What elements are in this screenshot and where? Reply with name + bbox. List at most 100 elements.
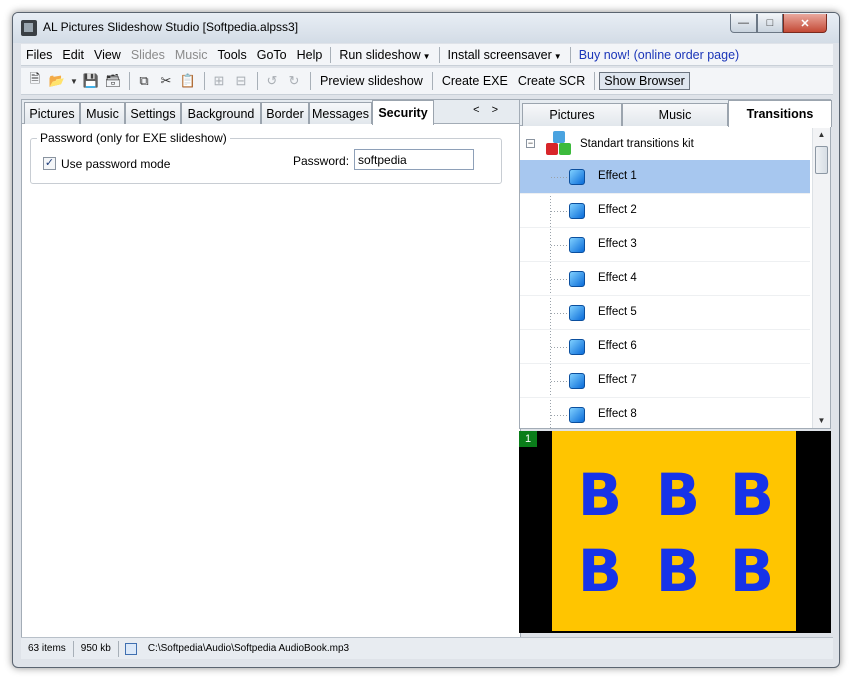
effect-item[interactable]: Effect 6 — [520, 330, 810, 364]
toolbar-separator — [204, 72, 205, 90]
rotate-right-icon[interactable]: ↻ — [284, 71, 304, 91]
effect-item[interactable]: Effect 8 — [520, 398, 810, 428]
tree-connector — [551, 381, 567, 382]
effect-label: Effect 7 — [598, 374, 637, 386]
scroll-down-icon[interactable]: ▼ — [813, 414, 830, 428]
tree-connector — [551, 313, 567, 314]
menu-view[interactable]: View — [89, 48, 126, 62]
cubes-icon — [544, 131, 574, 157]
audio-file-icon — [124, 642, 137, 655]
cube-blue — [553, 131, 565, 143]
password-field[interactable] — [354, 149, 474, 170]
tab-pictures[interactable]: Pictures — [24, 102, 80, 124]
tab-scroll-arrows[interactable]: <> — [473, 104, 510, 116]
menu-music[interactable]: Music — [170, 48, 213, 62]
copy-icon[interactable]: ⧉ — [134, 71, 154, 91]
paste-icon[interactable]: 📋 — [178, 71, 198, 91]
save-all-icon[interactable]: 🗃 — [103, 71, 123, 91]
tab-security[interactable]: Security — [372, 100, 434, 125]
preview-letter: B — [655, 537, 701, 605]
status-bar: 63 items 950 kb C:\Softpedia\Audio\Softp… — [21, 637, 833, 659]
password-group-label: Password (only for EXE slideshow) — [37, 131, 230, 145]
title-bar: AL Pictures Slideshow Studio [Softpedia.… — [13, 13, 839, 43]
preview-letter: B — [729, 461, 775, 529]
preview-slideshow-button[interactable]: Preview slideshow — [315, 74, 428, 88]
minimize-button[interactable]: — — [730, 14, 757, 33]
browser-tab-bar: Pictures Music Transitions — [520, 100, 832, 127]
create-exe-button[interactable]: Create EXE — [437, 74, 513, 88]
frame-number-badge: 1 — [519, 431, 537, 447]
effect-item[interactable]: Effect 5 — [520, 296, 810, 330]
effect-item[interactable]: Effect 1 — [520, 160, 810, 194]
scroll-up-icon[interactable]: ▲ — [813, 128, 830, 142]
preview-letter: B — [655, 461, 701, 529]
collapse-icon[interactable]: − — [526, 139, 535, 148]
effect-icon — [569, 305, 585, 321]
chevron-down-icon: ▼ — [553, 51, 562, 61]
cut-icon[interactable]: ✂ — [156, 71, 176, 91]
menu-run-slideshow[interactable]: Run slideshow ▼ — [334, 48, 435, 62]
tab-browser-music[interactable]: Music — [622, 103, 728, 126]
tab-browser-pictures[interactable]: Pictures — [522, 103, 622, 126]
buy-now-link[interactable]: Buy now! (online order page) — [574, 48, 745, 62]
menu-tools[interactable]: Tools — [213, 48, 252, 62]
menu-help[interactable]: Help — [292, 48, 328, 62]
menu-install-screensaver[interactable]: Install screensaver ▼ — [443, 48, 567, 62]
remove-slide-icon[interactable]: ⊟ — [231, 71, 251, 91]
rotate-left-icon[interactable]: ↺ — [262, 71, 282, 91]
close-button[interactable]: ✕ — [783, 14, 827, 33]
effect-label: Effect 3 — [598, 238, 637, 250]
toolbar-separator — [431, 72, 433, 90]
tree-connector — [551, 415, 567, 416]
tab-messages[interactable]: Messages — [309, 102, 372, 124]
preview-letter: B — [577, 537, 623, 605]
menu-slides[interactable]: Slides — [126, 48, 170, 62]
toolbar-separator — [310, 72, 311, 90]
save-icon[interactable]: 💾 — [81, 71, 101, 91]
tab-background[interactable]: Background — [181, 102, 261, 124]
items-count: 63 items — [21, 640, 74, 657]
menu-goto[interactable]: GoTo — [252, 48, 292, 62]
open-icon[interactable]: 📂 — [47, 71, 67, 91]
add-slide-icon[interactable]: ⊞ — [209, 71, 229, 91]
effect-item[interactable]: Effect 7 — [520, 364, 810, 398]
scrollbar-thumb[interactable] — [815, 146, 828, 174]
effect-item[interactable]: Effect 4 — [520, 262, 810, 296]
create-scr-button[interactable]: Create SCR — [513, 74, 590, 88]
password-group: Password (only for EXE slideshow) ✓ Use … — [30, 131, 502, 184]
effect-label: Effect 5 — [598, 306, 637, 318]
effect-label: Effect 1 — [598, 170, 637, 182]
total-size: 950 kb — [74, 640, 119, 657]
effect-label: Effect 6 — [598, 340, 637, 352]
show-browser-button[interactable]: Show Browser — [599, 72, 690, 90]
cube-red — [546, 143, 558, 155]
effect-label: Effect 8 — [598, 408, 637, 420]
menu-edit[interactable]: Edit — [57, 48, 89, 62]
tab-settings[interactable]: Settings — [125, 102, 181, 124]
tree-connector — [551, 279, 567, 280]
transitions-kit-label: Standart transitions kit — [580, 138, 694, 150]
preview-canvas: B B B B B B — [552, 431, 796, 631]
audio-file-path: C:\Softpedia\Audio\Softpedia AudioBook.m… — [147, 642, 350, 654]
effect-icon — [569, 237, 585, 253]
dropdown-icon[interactable]: ▼ — [69, 71, 79, 91]
window-title: AL Pictures Slideshow Studio [Softpedia.… — [43, 20, 299, 34]
tree-connector — [551, 245, 567, 246]
app-window: AL Pictures Slideshow Studio [Softpedia.… — [12, 12, 840, 668]
transitions-kit-node[interactable]: − Standart transitions kit — [520, 128, 810, 158]
menu-separator — [438, 46, 440, 63]
toolbar-separator — [129, 72, 130, 90]
effect-item[interactable]: Effect 2 — [520, 194, 810, 228]
menu-separator — [330, 46, 332, 63]
menu-files[interactable]: Files — [21, 48, 57, 62]
tree-scrollbar[interactable]: ▲ ▼ — [812, 128, 830, 428]
tab-border[interactable]: Border — [261, 102, 309, 124]
effect-item[interactable]: Effect 3 — [520, 228, 810, 262]
tab-browser-transitions[interactable]: Transitions — [728, 100, 832, 127]
effect-icon — [569, 339, 585, 355]
effect-icon — [569, 271, 585, 287]
use-password-checkbox[interactable]: ✓ — [43, 157, 56, 170]
tab-music[interactable]: Music — [80, 102, 125, 124]
maximize-button[interactable]: □ — [757, 14, 783, 33]
new-icon[interactable]: 🗎 — [25, 71, 45, 91]
